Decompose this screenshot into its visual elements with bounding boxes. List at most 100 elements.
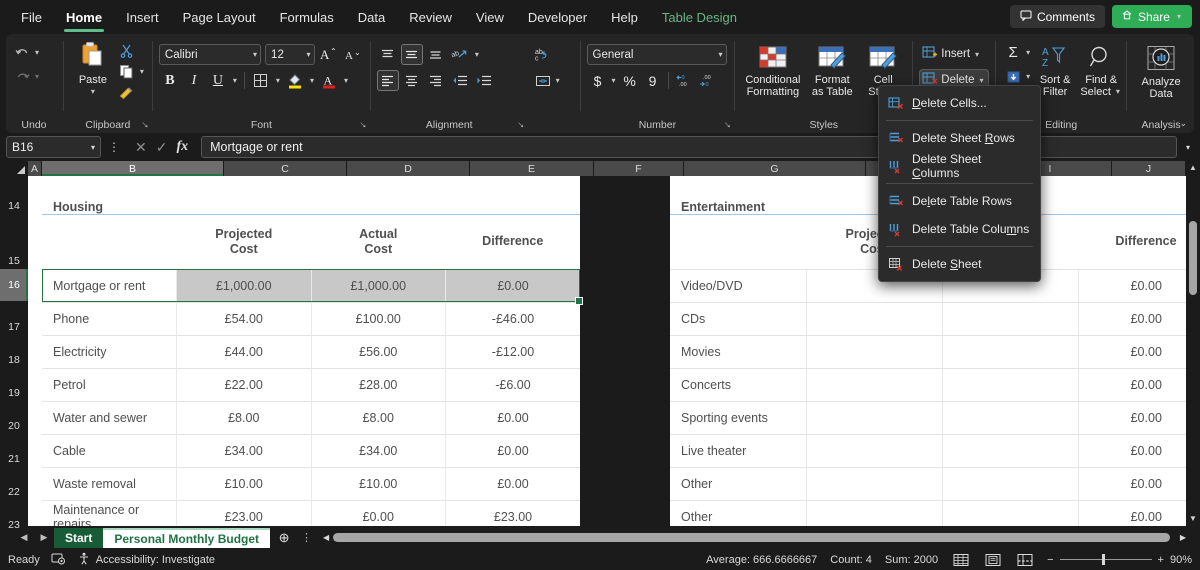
share-chevron-down-icon[interactable]: ▾ [1175,12,1183,21]
table-row[interactable]: Petrol £22.00 £28.00 -£6.00 [42,367,580,401]
analyze-data-button[interactable]: Analyze Data [1135,42,1187,100]
menu-item-delete-sheet-rows[interactable]: Delete Sheet Rows [879,124,1040,152]
undo-icon[interactable] [11,42,33,63]
entertainment-cell-difference[interactable]: £0.00 [1077,433,1200,467]
currency-format-icon[interactable]: $ [587,70,609,91]
scroll-down-icon[interactable]: ▼ [1186,512,1200,526]
entertainment-cell-name[interactable]: CDs [670,301,806,335]
table-row[interactable]: Other £0.00 [670,466,1200,500]
row-header-14[interactable]: 14 [0,176,28,214]
column-header-d[interactable]: D [347,161,470,176]
merge-and-center-icon[interactable] [532,70,554,91]
housing-cell-name[interactable]: Water and sewer [42,400,177,434]
row-header-23[interactable]: 23 [0,500,28,533]
italic-button[interactable]: I [183,70,205,91]
housing-cell-difference[interactable]: £23.00 [445,499,580,526]
table-row[interactable]: Electricity £44.00 £56.00 -£12.00 [42,334,580,368]
scroll-left-icon[interactable]: ◀ [319,533,333,542]
housing-cell-actual[interactable]: £34.00 [310,433,446,467]
copy-chevron-down-icon[interactable]: ▾ [138,67,146,76]
record-macro-icon[interactable] [51,552,66,568]
entertainment-cell-difference[interactable]: £0.00 [1077,301,1200,335]
entertainment-cell-difference[interactable]: £0.00 [1077,268,1200,302]
decrease-decimal-icon[interactable]: .00 0 [696,70,718,91]
housing-cell-difference[interactable]: -£6.00 [445,367,580,401]
row-header-16[interactable]: 16 [0,269,28,302]
increase-font-size-icon[interactable]: A ⌃ [319,44,340,65]
housing-cell-name[interactable]: Petrol [42,367,177,401]
entertainment-cell-projected[interactable] [805,367,942,401]
table-row[interactable]: Movies £0.00 [670,334,1200,368]
clipboard-dialog-launcher-icon[interactable]: ⭨ [142,120,148,131]
column-header-c[interactable]: C [224,161,347,176]
entertainment-cell-name[interactable]: Concerts [670,367,806,401]
housing-cell-projected[interactable]: £23.00 [176,499,311,526]
menu-item-delete-table-rows[interactable]: Delete Table Rows [879,187,1040,215]
ribbon-tab-help[interactable]: Help [600,7,649,28]
housing-table[interactable]: Housing Projected Cost Actual Cost Diffe… [42,176,580,526]
font-name-chevron-down-icon[interactable]: ▾ [249,50,257,59]
format-as-table-button[interactable]: Format as Table [805,42,859,98]
table-row[interactable]: Mortgage or rent £1,000.00 £1,000.00 £0.… [42,268,580,302]
entertainment-cell-projected[interactable] [805,466,942,500]
row-header-20[interactable]: 20 [0,401,28,434]
housing-cell-name[interactable]: Phone [42,301,177,335]
copy-icon[interactable] [116,61,138,82]
entertainment-cell-difference[interactable]: £0.00 [1077,499,1200,526]
fill-color-icon[interactable] [284,70,306,91]
table-row[interactable]: Other £0.00 [670,499,1200,526]
align-left-icon[interactable] [376,70,399,91]
paste-chevron-down-icon[interactable]: ▾ [89,86,97,98]
ribbon-tab-view[interactable]: View [465,7,515,28]
currency-chevron-down-icon[interactable]: ▾ [610,76,618,85]
menu-item-delete-sheet-columns[interactable]: Delete Sheet Columns [879,152,1040,180]
conditional-formatting-button[interactable]: Conditional Formatting [741,42,804,98]
entertainment-cell-difference[interactable]: £0.00 [1077,334,1200,368]
column-header-a[interactable]: A [28,161,42,176]
ribbon-tab-review[interactable]: Review [398,7,463,28]
font-color-chevron-down-icon[interactable]: ▾ [342,76,350,85]
column-header-g[interactable]: G [684,161,866,176]
entertainment-cell-actual[interactable] [941,499,1078,526]
entertainment-cell-difference[interactable]: £0.00 [1077,400,1200,434]
entertainment-cell-projected[interactable] [805,400,942,434]
orientation-icon[interactable]: ab [449,44,471,65]
increase-indent-icon[interactable] [473,70,495,91]
housing-cell-actual[interactable]: £56.00 [310,334,446,368]
column-a-cells[interactable] [28,176,42,526]
comments-button[interactable]: Comments [1009,5,1105,28]
orientation-chevron-down-icon[interactable]: ▾ [473,50,481,59]
housing-cell-actual[interactable]: £8.00 [310,400,446,434]
column-f-gap[interactable] [580,176,670,526]
enter-icon[interactable]: ✓ [156,139,168,156]
housing-cell-difference[interactable]: £0.00 [445,268,580,302]
row-header-18[interactable]: 18 [0,335,28,368]
entertainment-cell-actual[interactable] [941,301,1078,335]
decrease-font-size-icon[interactable]: A ⌄ [343,44,364,65]
underline-chevron-down-icon[interactable]: ▾ [231,76,239,85]
select-chevron-down-icon[interactable]: ▾ [1114,86,1122,98]
entertainment-cell-name[interactable]: Other [670,466,806,500]
align-center-icon[interactable] [401,70,423,91]
delete-chevron-down-icon[interactable]: ▾ [978,76,986,85]
expand-formula-bar-icon[interactable]: ▾ [1182,143,1194,152]
comma-format-icon[interactable]: 9 [642,70,664,91]
zoom-slider[interactable] [1059,554,1152,565]
formula-bar-overflow-icon[interactable]: ⋮ [106,140,122,154]
autosum-chevron-down-icon[interactable]: ▾ [1024,48,1032,57]
row-header-15[interactable]: 15 [0,214,28,269]
fill-down-icon[interactable] [1002,66,1024,87]
entertainment-cell-name[interactable]: Live theater [670,433,806,467]
ribbon-tab-home[interactable]: Home [55,7,113,32]
insert-function-icon[interactable]: fx [176,139,188,155]
font-dialog-launcher-icon[interactable]: ⭨ [360,120,366,131]
delete-dropdown-menu[interactable]: Delete Cells... Delete Sheet Rows Delete… [878,85,1041,282]
ribbon-tab-developer[interactable]: Developer [517,7,598,28]
percent-format-icon[interactable]: % [619,70,641,91]
format-painter-icon[interactable] [116,82,138,103]
name-box[interactable]: B16 ▾ [6,136,101,158]
housing-cell-difference[interactable]: -£12.00 [445,334,580,368]
table-row[interactable]: Live theater £0.00 [670,433,1200,467]
align-right-icon[interactable] [425,70,447,91]
page-layout-view-icon[interactable] [983,552,1002,567]
